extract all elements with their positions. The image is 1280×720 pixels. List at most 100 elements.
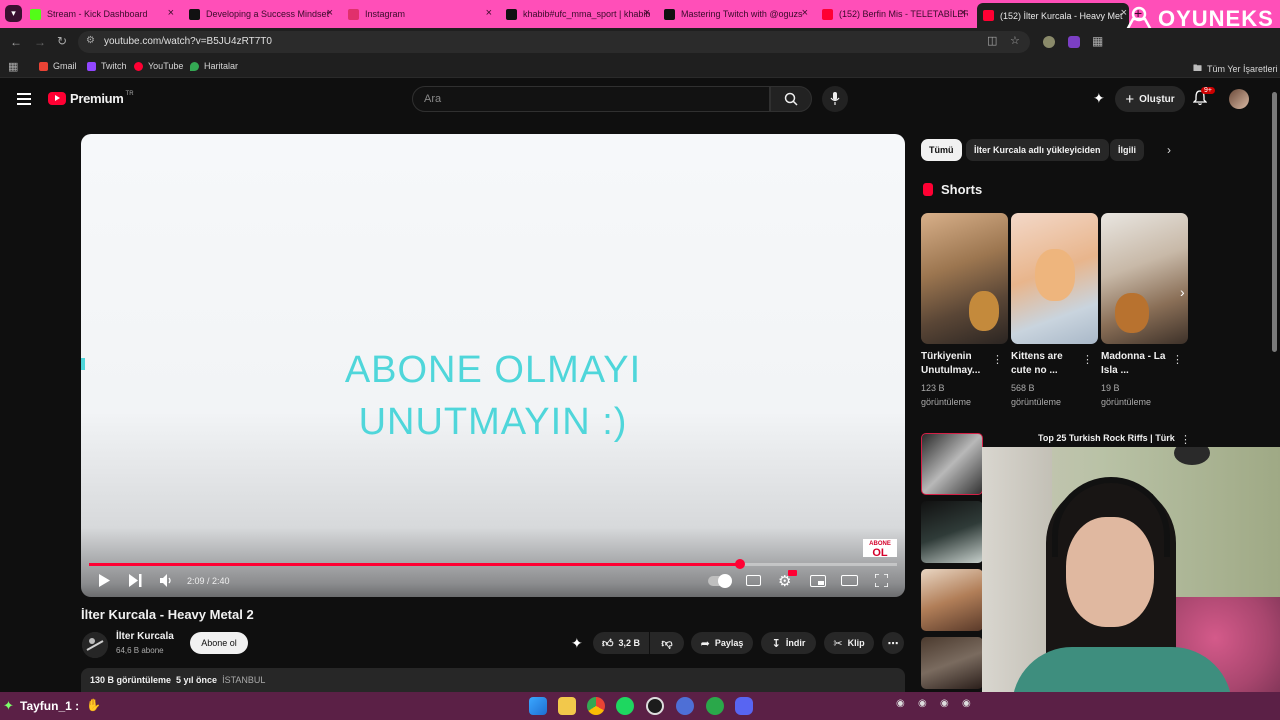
next-button[interactable] xyxy=(129,574,142,590)
browser-tab[interactable]: Developing a Success Mindset × xyxy=(189,3,335,25)
create-button[interactable]: + Oluştur xyxy=(1115,86,1185,112)
short-title[interactable]: Türkiyenin Unutulmay... xyxy=(921,350,996,378)
forward-icon[interactable]: → xyxy=(34,35,46,49)
download-button[interactable]: ↧ İndir xyxy=(761,632,816,654)
shorts-next-chevron-icon[interactable]: › xyxy=(1180,284,1185,300)
microphone-icon xyxy=(830,92,840,105)
menu-hamburger-icon[interactable] xyxy=(17,93,31,105)
more-vertical-icon[interactable]: ⋮ xyxy=(1082,353,1093,366)
apps-grid-icon[interactable]: ▦ xyxy=(8,60,18,73)
tray-discord-icon[interactable]: ◉ xyxy=(918,698,927,709)
chevron-right-icon[interactable]: › xyxy=(1167,143,1171,157)
autoplay-toggle[interactable] xyxy=(708,574,732,588)
tab-title: Stream - Kick Dashboard xyxy=(47,9,148,19)
chip-all[interactable]: Tümü xyxy=(921,139,962,161)
description-box[interactable]: 130 B görüntüleme 5 yıl önce İSTANBUL xyxy=(81,668,905,692)
tray-network-icon[interactable]: ◉ xyxy=(940,698,949,709)
chip-from-uploader[interactable]: İlter Kurcala adlı yükleyiciden xyxy=(966,139,1109,161)
url-text[interactable]: youtube.com/watch?v=B5JU4zRT7T0 xyxy=(104,36,272,47)
video-title[interactable]: Top 25 Turkish Rock Riffs | Türk xyxy=(1038,433,1178,443)
extensions-puzzle-icon[interactable]: ▦ xyxy=(1092,34,1103,48)
subscribe-button[interactable]: Abone ol xyxy=(190,632,248,654)
search-button[interactable] xyxy=(770,86,812,112)
clip-button[interactable]: ✂ Klip xyxy=(824,632,874,654)
browser-tab[interactable]: (152) Berfin Mis - TELETABİLER × xyxy=(822,3,968,25)
video-thumbnail[interactable] xyxy=(921,501,983,563)
search-input[interactable]: Ara xyxy=(412,86,770,112)
bookmark-twitch[interactable]: Twitch xyxy=(87,61,127,71)
more-vertical-icon[interactable]: ⋮ xyxy=(1172,353,1183,366)
settings-button[interactable]: ⚙ xyxy=(778,570,797,590)
short-title[interactable]: Kittens are cute no ... xyxy=(1011,350,1086,378)
theater-mode-button[interactable] xyxy=(841,575,858,586)
chip-related[interactable]: İlgili xyxy=(1110,139,1144,161)
location-tag[interactable]: İSTANBUL xyxy=(222,675,265,685)
subtitles-button[interactable] xyxy=(746,575,761,586)
close-icon[interactable]: × xyxy=(802,7,808,19)
volume-button[interactable] xyxy=(160,574,173,590)
extension-icon[interactable] xyxy=(1043,36,1055,48)
more-vertical-icon[interactable]: ⋮ xyxy=(992,353,1003,366)
reload-icon[interactable]: ↻ xyxy=(57,34,67,48)
video-player[interactable]: ABONE OLMAYI UNUTMAYIN :) ABONE OL 2:09 … xyxy=(81,134,905,597)
close-icon[interactable]: × xyxy=(486,7,492,19)
xbox-icon[interactable] xyxy=(706,697,724,715)
browser-tab-active[interactable]: (152) İlter Kurcala - Heavy Met × xyxy=(977,3,1129,28)
short-title[interactable]: Madonna - La Isla ... xyxy=(1101,350,1176,378)
short-thumbnail[interactable] xyxy=(1011,213,1098,344)
dislike-button[interactable]: 👎︎ xyxy=(650,632,684,654)
bookmark-maps[interactable]: Haritalar xyxy=(190,61,238,71)
extension-icon[interactable] xyxy=(1068,36,1080,48)
subscribe-watermark[interactable]: ABONE OL xyxy=(863,539,897,559)
spotify-icon[interactable] xyxy=(616,697,634,715)
tab-search-button[interactable]: ▾ xyxy=(5,5,22,22)
browser-tab[interactable]: Instagram × xyxy=(348,3,494,25)
close-icon[interactable]: × xyxy=(960,7,966,19)
obs-icon[interactable] xyxy=(646,697,664,715)
tray-xbox-icon[interactable]: ◉ xyxy=(896,698,905,709)
bookmark-star-icon[interactable]: ☆ xyxy=(1010,34,1020,47)
file-explorer-icon[interactable] xyxy=(558,697,576,715)
channel-avatar[interactable] xyxy=(82,632,108,658)
page-scrollbar[interactable] xyxy=(1272,92,1277,352)
more-actions-button[interactable]: ⋯ xyxy=(882,632,904,654)
progress-scrubber[interactable] xyxy=(735,559,746,569)
premium-sparkle-icon[interactable]: ✦ xyxy=(1093,90,1105,107)
youtube-premium-logo[interactable]: Premium TR xyxy=(48,91,134,106)
progress-bar[interactable] xyxy=(89,559,897,569)
bookmark-youtube[interactable]: YouTube xyxy=(134,61,183,71)
short-thumbnail[interactable] xyxy=(921,213,1008,344)
notifications-button[interactable]: 9+ xyxy=(1192,87,1215,111)
chrome-icon[interactable] xyxy=(587,697,605,715)
short-thumbnail[interactable] xyxy=(1101,213,1188,344)
share-button[interactable]: ➦ Paylaş xyxy=(691,632,753,654)
back-icon[interactable]: ← xyxy=(10,35,22,49)
voice-search-button[interactable] xyxy=(822,86,848,112)
install-icon[interactable]: ◫ xyxy=(987,34,997,47)
channel-name[interactable]: İlter Kurcala xyxy=(116,631,174,642)
avatar[interactable] xyxy=(1229,89,1249,109)
windows-start-icon[interactable] xyxy=(529,697,547,715)
bookmark-gmail[interactable]: Gmail xyxy=(39,61,77,71)
video-thumbnail[interactable] xyxy=(921,433,983,495)
close-icon[interactable]: × xyxy=(168,7,174,19)
app-icon[interactable] xyxy=(676,697,694,715)
all-bookmarks[interactable]: 🖿 Tüm Yer İşaretleri xyxy=(1193,61,1278,77)
browser-tab[interactable]: Mastering Twitch with @oguzs × xyxy=(664,3,810,25)
browser-tab[interactable]: khabib#ufc_mma_sport | khabib × xyxy=(506,3,652,25)
site-info-icon[interactable]: ⚙ xyxy=(86,35,95,46)
discord-icon[interactable] xyxy=(735,697,753,715)
tray-app-icon[interactable]: ◉ xyxy=(962,698,971,709)
like-button[interactable]: 👍︎ 3,2 B xyxy=(593,632,649,654)
fullscreen-button[interactable] xyxy=(874,573,889,590)
close-icon[interactable]: × xyxy=(327,7,333,19)
video-thumbnail[interactable] xyxy=(921,569,983,631)
more-vertical-icon[interactable]: ⋮ xyxy=(1180,433,1191,446)
premium-sparkle-icon[interactable]: ✦ xyxy=(571,635,583,652)
browser-tab[interactable]: Stream - Kick Dashboard × xyxy=(30,3,176,25)
address-bar[interactable]: ⚙ youtube.com/watch?v=B5JU4zRT7T0 ◫ ☆ xyxy=(78,31,1030,53)
close-icon[interactable]: × xyxy=(644,7,650,19)
video-thumbnail[interactable] xyxy=(921,637,983,689)
miniplayer-button[interactable] xyxy=(810,575,826,587)
play-button[interactable] xyxy=(98,574,110,590)
